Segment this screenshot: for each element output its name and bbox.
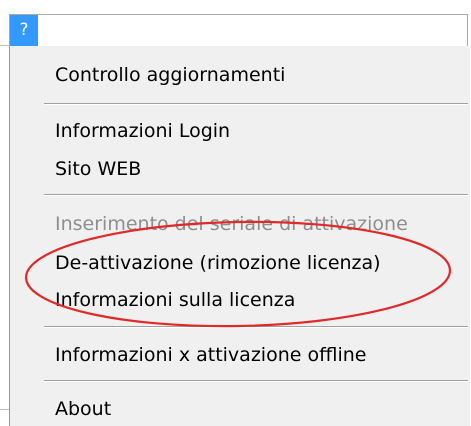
- help-menu[interactable]: ?: [10, 15, 38, 46]
- menu-item-controllo-aggiornamenti[interactable]: Controllo aggiornamenti: [55, 64, 285, 86]
- menu-item-informazioni-login[interactable]: Informazioni Login: [55, 120, 230, 142]
- menu-item-attivazione-offline[interactable]: Informazioni x attivazione offline: [55, 344, 366, 366]
- menu-item-about[interactable]: About: [55, 398, 111, 420]
- menu-separator: [44, 103, 468, 105]
- menu-item-informazioni-licenza[interactable]: Informazioni sulla licenza: [55, 289, 295, 311]
- left-tick-top: [0, 45, 9, 46]
- menu-item-sito-web[interactable]: Sito WEB: [55, 158, 141, 180]
- menu-bar: ?: [9, 14, 468, 46]
- menu-item-de-attivazione[interactable]: De-attivazione (rimozione licenza): [55, 252, 381, 274]
- left-tick-bottom: [0, 409, 9, 410]
- help-dropdown-menu: Controllo aggiornamenti Informazioni Log…: [9, 46, 470, 426]
- menu-separator: [44, 380, 468, 382]
- menu-separator: [44, 194, 468, 196]
- menu-item-inserimento-seriale: Inserimento del seriale di attivazione: [55, 213, 408, 235]
- menu-separator: [44, 326, 468, 328]
